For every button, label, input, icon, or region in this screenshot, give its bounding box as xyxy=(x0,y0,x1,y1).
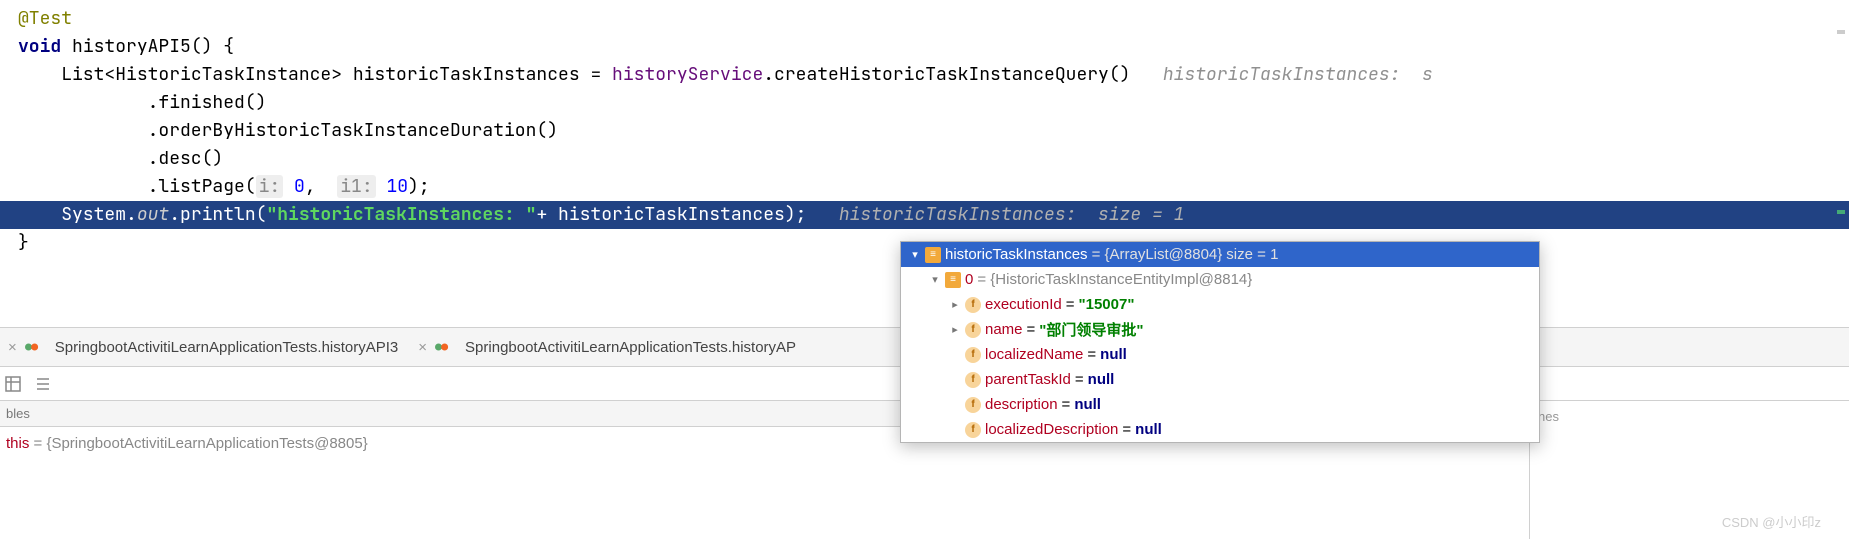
param-hint: i: xyxy=(256,175,284,198)
variable-value: null xyxy=(1100,346,1127,363)
inline-hint: historicTaskInstances: s xyxy=(1130,63,1432,86)
current-execution-line: System.out.println("historicTaskInstance… xyxy=(0,201,1849,229)
debug-tree-row[interactable]: ▾ ≡ historicTaskInstances = {ArrayList@8… xyxy=(901,242,1539,267)
variable-name: 0 xyxy=(965,271,973,288)
variable-name: this xyxy=(6,435,29,452)
variable-name: localizedName xyxy=(985,346,1083,363)
editor-marker-strip[interactable] xyxy=(1837,0,1847,320)
variable-name: parentTaskId xyxy=(985,371,1071,388)
code-editor[interactable]: @Test void historyAPI5() { List<Historic… xyxy=(0,0,1849,257)
field-icon: f xyxy=(965,397,981,413)
debug-tree-row[interactable]: f localizedName = null xyxy=(901,342,1539,367)
run-icon xyxy=(435,340,449,354)
variable-value: "部门领导审批" xyxy=(1039,319,1143,340)
debug-tree-row[interactable]: f localizedDescription = null xyxy=(901,417,1539,442)
run-icon xyxy=(25,340,39,354)
variables-panel-header: bles xyxy=(0,401,900,427)
variable-name: localizedDescription xyxy=(985,421,1118,438)
list-view-icon[interactable] xyxy=(34,375,52,393)
debug-tree-row[interactable]: f description = null xyxy=(901,392,1539,417)
table-view-icon[interactable] xyxy=(4,375,22,393)
variable-row[interactable]: this = {SpringbootActivitiLearnApplicati… xyxy=(0,435,368,452)
watermark: CSDN @小小印z xyxy=(1722,512,1821,531)
variable-name: description xyxy=(985,396,1058,413)
debug-inspect-popup[interactable]: ▾ ≡ historicTaskInstances = {ArrayList@8… xyxy=(900,241,1540,443)
code-line: void historyAPI5() { xyxy=(0,33,1849,61)
field-icon: f xyxy=(965,322,981,338)
expand-icon[interactable]: ▸ xyxy=(949,323,961,336)
param-hint: i1: xyxy=(337,175,375,198)
debug-tree-row[interactable]: ▾ ≡ 0 = {HistoricTaskInstanceEntityImpl@… xyxy=(901,267,1539,292)
field-icon: f xyxy=(965,347,981,363)
field-icon: f xyxy=(965,422,981,438)
expand-icon[interactable]: ▸ xyxy=(949,298,961,311)
code-line: .desc() xyxy=(0,145,1849,173)
variable-value: null xyxy=(1088,371,1115,388)
expand-icon[interactable]: ▾ xyxy=(909,248,921,261)
variable-name: historicTaskInstances xyxy=(945,246,1088,263)
variable-value: "15007" xyxy=(1079,296,1135,313)
annotation: @Test xyxy=(18,7,72,30)
code-line: .listPage(i: 0, i1: 10); xyxy=(0,173,1849,201)
debug-tree-row[interactable]: ▸f name = "部门领导审批" xyxy=(901,317,1539,342)
code-line: .finished() xyxy=(0,89,1849,117)
tab-item[interactable]: SpringbootActivitiLearnApplicationTests.… xyxy=(43,339,411,356)
expand-icon[interactable]: ▾ xyxy=(929,273,941,286)
close-tab-button[interactable]: × xyxy=(410,339,435,356)
inline-hint: historicTaskInstances: size = 1 xyxy=(806,203,1184,226)
debug-tree-row[interactable]: f parentTaskId = null xyxy=(901,367,1539,392)
list-icon: ≡ xyxy=(925,247,941,263)
variable-value: = {SpringbootActivitiLearnApplicationTes… xyxy=(29,435,367,452)
variable-value: null xyxy=(1074,396,1101,413)
code-line: List<HistoricTaskInstance> historicTaskI… xyxy=(0,61,1849,89)
tab-item[interactable]: SpringbootActivitiLearnApplicationTests.… xyxy=(453,339,808,356)
debug-tree-row[interactable]: ▸f executionId = "15007" xyxy=(901,292,1539,317)
code-line: @Test xyxy=(0,5,1849,33)
code-line: .orderByHistoricTaskInstanceDuration() xyxy=(0,117,1849,145)
close-tab-button[interactable]: × xyxy=(0,339,25,356)
variable-value: null xyxy=(1135,421,1162,438)
variable-name: name xyxy=(985,321,1023,338)
field-icon: f xyxy=(965,297,981,313)
field-icon: f xyxy=(965,372,981,388)
list-icon: ≡ xyxy=(945,272,961,288)
variable-name: executionId xyxy=(985,296,1062,313)
